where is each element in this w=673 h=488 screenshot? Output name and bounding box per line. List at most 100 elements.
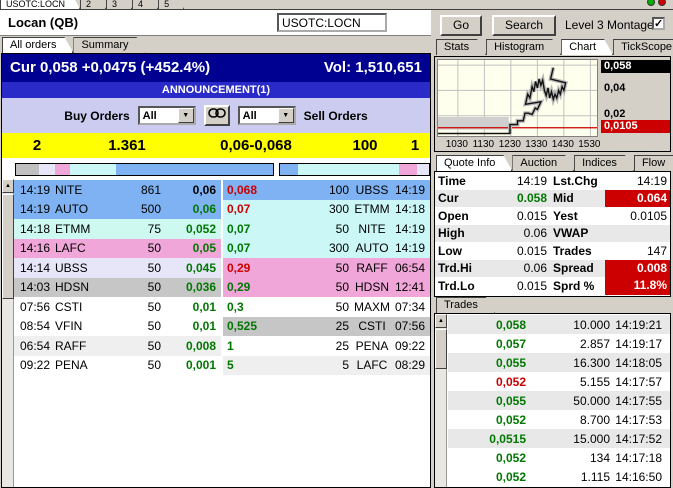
sell-price-cell: 0,3 xyxy=(223,300,279,314)
trade-size-cell: 134 xyxy=(526,451,610,465)
quote-info-panel: Time14:19Lst.Chg14:19Cur0.058Mid0.064Ope… xyxy=(434,171,671,297)
sell-price-cell: 0,29 xyxy=(223,261,279,275)
tab-indices[interactable]: Indices xyxy=(574,155,634,171)
depth-segment xyxy=(116,164,273,175)
quote-tab-strip: Quote InfoAuctionIndicesFlow xyxy=(436,155,673,171)
buy-time-cell: 07:56 xyxy=(14,300,51,314)
depth-segment xyxy=(399,164,417,175)
scroll-up-icon[interactable]: ▲ xyxy=(435,314,447,328)
sell-time-cell: 12:41 xyxy=(395,280,430,294)
trade-row: 0,05810.00014:19:21 xyxy=(448,315,670,334)
buy-mm-cell: CSTI xyxy=(51,300,103,314)
sell-mm-cell: NITE xyxy=(349,222,395,236)
tab-trades[interactable]: Trades xyxy=(436,297,495,313)
sell-order-row[interactable]: 0,52525CSTI07:56 xyxy=(223,317,430,337)
tab-stats[interactable]: Stats xyxy=(436,39,486,55)
trade-size-cell: 15.000 xyxy=(526,432,610,446)
workspace-tab-5[interactable]: 5 xyxy=(158,0,184,9)
trade-time-cell: 14:17:57 xyxy=(610,375,670,389)
x-axis-label: 1030 xyxy=(442,139,472,150)
workspace-tab-4[interactable]: 4 xyxy=(132,0,158,9)
level3-montage-checkbox[interactable]: ✓ xyxy=(652,17,665,30)
buy-order-row[interactable]: 14:19NITE8610,06 xyxy=(14,180,221,200)
chart-svg xyxy=(438,60,597,136)
search-button[interactable]: Search xyxy=(492,15,556,36)
trade-row: 0,051515.00014:17:52 xyxy=(448,429,670,448)
buy-time-cell: 14:19 xyxy=(14,202,51,216)
sell-order-row[interactable]: 0,07300AUTO14:19 xyxy=(223,239,430,259)
tab-tickscope[interactable]: TickScope xyxy=(613,39,673,55)
x-axis-label: 1330 xyxy=(521,139,551,150)
scroll-up-icon[interactable]: ▲ xyxy=(2,179,14,193)
link-filters-button[interactable] xyxy=(204,105,230,126)
sell-mm-cell: HDSN xyxy=(349,280,395,294)
quote-row: Trd.Lo0.015Sprd %11.8% xyxy=(435,277,670,295)
sell-order-row[interactable]: 0,2950HDSN12:41 xyxy=(223,278,430,298)
buy-size-cell: 50 xyxy=(103,319,161,333)
trade-price-cell: 0,055 xyxy=(448,356,526,370)
tab-summary[interactable]: Summary xyxy=(73,37,145,53)
announcement-banner[interactable]: ANNOUNCEMENT(1) xyxy=(2,82,430,98)
buy-order-row[interactable]: 09:22PENA500,001 xyxy=(14,356,221,376)
buy-order-row[interactable]: 07:56CSTI500,01 xyxy=(14,297,221,317)
quote-label: High xyxy=(435,226,485,240)
buy-order-row[interactable]: 14:03HDSN500,036 xyxy=(14,278,221,298)
quote-label: Trades xyxy=(547,244,605,258)
quote-label: Cur xyxy=(435,191,485,205)
tab-quote-info[interactable]: Quote Info xyxy=(436,155,512,171)
buy-order-row[interactable]: 06:54RAFF500,008 xyxy=(14,336,221,356)
buy-order-row[interactable]: 14:18ETMM750,052 xyxy=(14,219,221,239)
buy-order-row[interactable]: 14:14UBSS500,045 xyxy=(14,258,221,278)
sell-filter-select[interactable]: All ▼ xyxy=(238,106,296,125)
chart-plot-area xyxy=(437,59,598,137)
chart-tab-strip: StatsHistogramChartTickScope xyxy=(436,39,673,55)
sell-time-cell: 06:54 xyxy=(395,261,430,275)
depth-segment xyxy=(298,164,399,175)
sell-order-row[interactable]: 0,350MAXM07:34 xyxy=(223,297,430,317)
trades-scrollbar[interactable]: ▲ xyxy=(435,314,447,488)
sell-order-row[interactable]: 125PENA09:22 xyxy=(223,336,430,356)
chevron-down-icon[interactable]: ▼ xyxy=(178,108,194,123)
sell-order-row[interactable]: 0,0750NITE14:19 xyxy=(223,219,430,239)
workspace-tab-3[interactable]: 3 xyxy=(106,0,132,9)
quote-value: 0.015 xyxy=(485,279,547,293)
workspace-tab-usotc-locn[interactable]: USOTC:LOCN xyxy=(0,0,80,9)
buy-order-row[interactable]: 14:19AUTO5000,06 xyxy=(14,200,221,220)
trades-panel: ▲ 0,05810.00014:19:210,0572.85714:19:170… xyxy=(434,313,671,488)
tab-histogram[interactable]: Histogram xyxy=(486,39,561,55)
buy-order-row[interactable]: 08:54VFIN500,01 xyxy=(14,317,221,337)
sell-order-row[interactable]: 55LAFC08:29 xyxy=(223,356,430,376)
tab-chart[interactable]: Chart xyxy=(561,39,613,55)
sell-size-cell: 50 xyxy=(279,222,349,236)
symbol-input[interactable] xyxy=(277,13,387,32)
sell-mm-cell: ETMM xyxy=(349,202,395,216)
sell-size-cell: 100 xyxy=(279,183,349,197)
sell-time-cell: 08:29 xyxy=(395,358,430,372)
buy-order-row[interactable]: 14:16LAFC500,05 xyxy=(14,239,221,259)
sell-order-row[interactable]: 0,068100UBSS14:19 xyxy=(223,180,430,200)
quote-value: 11.8% xyxy=(605,277,670,295)
sell-price-cell: 0,07 xyxy=(223,241,279,255)
tab-all-orders[interactable]: All orders xyxy=(2,37,73,53)
buy-size-cell: 50 xyxy=(103,280,161,294)
tab-auction[interactable]: Auction xyxy=(512,155,574,171)
go-button[interactable]: Go xyxy=(440,15,482,36)
trade-time-cell: 14:17:18 xyxy=(610,451,670,465)
trade-row: 0,05550.00014:17:55 xyxy=(448,391,670,410)
chevron-down-icon[interactable]: ▼ xyxy=(278,108,294,123)
scrollbar-thumb[interactable] xyxy=(2,194,14,299)
workspace-tab-2[interactable]: 2 xyxy=(80,0,106,9)
buy-count: 2 xyxy=(2,137,72,154)
buy-size-cell: 50 xyxy=(103,358,161,372)
buy-filter-select[interactable]: All ▼ xyxy=(138,106,196,125)
x-axis-label: 1130 xyxy=(468,139,498,150)
trade-price-cell: 0,052 xyxy=(448,470,526,484)
buy-price-cell: 0,008 xyxy=(161,339,221,353)
x-axis-label: 1530 xyxy=(574,139,604,150)
tab-flow[interactable]: Flow xyxy=(634,155,673,171)
sell-order-row[interactable]: 0,07300ETMM14:18 xyxy=(223,200,430,220)
scrollbar-thumb[interactable] xyxy=(435,329,447,369)
sell-order-row[interactable]: 0,2950RAFF06:54 xyxy=(223,258,430,278)
orderbook-scrollbar[interactable]: ▲ xyxy=(2,179,14,487)
level3-montage-label: Level 3 Montage xyxy=(565,18,654,32)
